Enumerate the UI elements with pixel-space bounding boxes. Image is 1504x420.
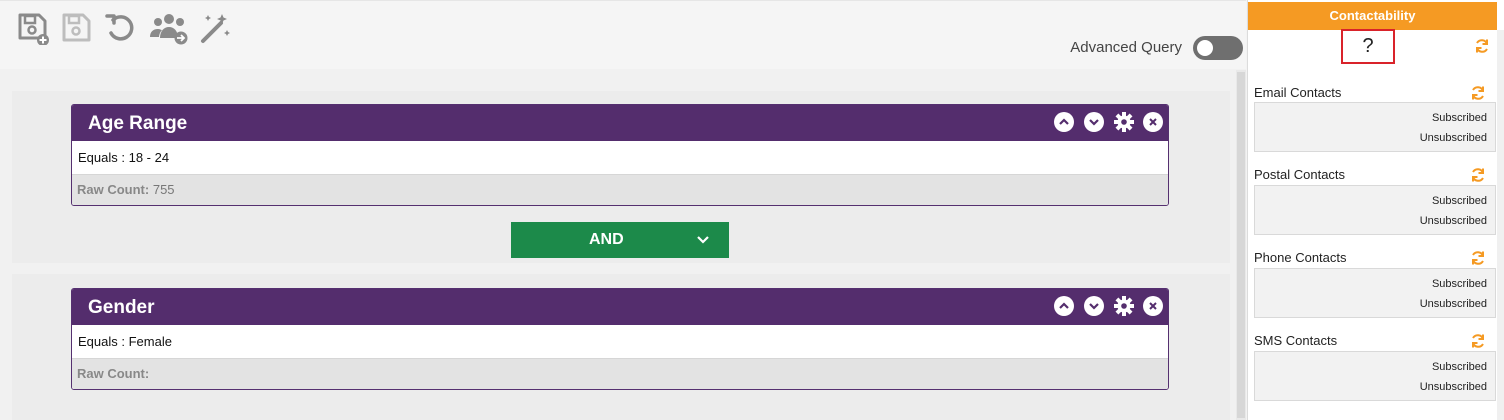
advanced-query-label: Advanced Query — [1070, 39, 1182, 56]
phone-contacts-box: Subscribed Unsubscribed — [1254, 268, 1496, 318]
refresh-icon[interactable] — [1470, 167, 1486, 183]
raw-count: Raw Count: — [72, 359, 1168, 389]
users-transfer-icon[interactable] — [148, 11, 190, 45]
sms-contacts-title: SMS Contacts — [1254, 333, 1338, 348]
contactability-summary: ? — [1341, 29, 1395, 64]
panel-scrollbar[interactable] — [1497, 30, 1504, 420]
toggle-knob — [1197, 40, 1213, 56]
save-icon[interactable] — [60, 11, 94, 45]
subscribed-label: Subscribed — [1431, 278, 1487, 290]
subscribed-label: Subscribed — [1431, 112, 1487, 124]
raw-count: Raw Count: 755 — [72, 175, 1168, 205]
query-condition: Equals : Female — [72, 325, 1168, 359]
move-up-icon[interactable] — [1054, 112, 1074, 132]
query-condition: Equals : 18 - 24 — [72, 141, 1168, 175]
move-down-icon[interactable] — [1084, 112, 1104, 132]
query-block-title: Age Range — [88, 113, 188, 134]
unsubscribed-label: Unsubscribed — [1419, 381, 1487, 393]
unsubscribed-label: Unsubscribed — [1419, 215, 1487, 227]
contactability-panel: Contactability ? Email Contacts Subscrib… — [1247, 0, 1504, 420]
gear-icon[interactable] — [1113, 295, 1135, 317]
query-block-gender: Gender Equals: Female Raw Count: — [71, 288, 1169, 390]
chevron-down-icon — [697, 236, 709, 244]
operator-label: AND — [589, 231, 624, 248]
close-icon[interactable] — [1143, 112, 1163, 132]
toolbar: Advanced Query — [0, 0, 1246, 70]
subscribed-label: Subscribed — [1431, 195, 1487, 207]
close-icon[interactable] — [1143, 296, 1163, 316]
query-block-header: Age Range — [72, 105, 1168, 141]
raw-count-label: Raw Count: — [77, 366, 150, 381]
advanced-query-toggle[interactable] — [1193, 36, 1243, 60]
unsubscribed-label: Unsubscribed — [1419, 298, 1487, 310]
move-up-icon[interactable] — [1054, 296, 1074, 316]
gear-icon[interactable] — [1113, 111, 1135, 133]
refresh-icon[interactable] — [1470, 333, 1486, 349]
raw-count-label: Raw Count: — [77, 182, 150, 197]
query-block-header: Gender — [72, 289, 1168, 325]
canvas-scrollbar-thumb[interactable] — [1237, 72, 1245, 418]
move-down-icon[interactable] — [1084, 296, 1104, 316]
email-contacts-title: Email Contacts — [1254, 85, 1342, 100]
refresh-icon[interactable] — [1470, 85, 1486, 101]
query-block-title: Gender — [88, 297, 155, 318]
save-add-icon[interactable] — [16, 11, 50, 46]
phone-contacts-title: Phone Contacts — [1254, 250, 1347, 265]
subscribed-label: Subscribed — [1431, 361, 1487, 373]
postal-contacts-box: Subscribed Unsubscribed — [1254, 185, 1496, 235]
and-operator-dropdown[interactable]: AND — [511, 222, 729, 258]
email-contacts-box: Subscribed Unsubscribed — [1254, 102, 1496, 152]
postal-contacts-title: Postal Contacts — [1254, 167, 1346, 182]
unsubscribed-label: Unsubscribed — [1419, 132, 1487, 144]
sms-contacts-box: Subscribed Unsubscribed — [1254, 351, 1496, 401]
query-block-age-range: Age Range Equals: 18 - 24 Raw Count: 75… — [71, 104, 1169, 206]
magic-wand-icon[interactable] — [198, 11, 232, 45]
undo-icon[interactable] — [104, 11, 138, 45]
raw-count-value: 755 — [152, 182, 175, 197]
panel-title: Contactability — [1248, 2, 1497, 30]
refresh-icon[interactable] — [1470, 250, 1486, 266]
refresh-icon[interactable] — [1474, 38, 1490, 54]
